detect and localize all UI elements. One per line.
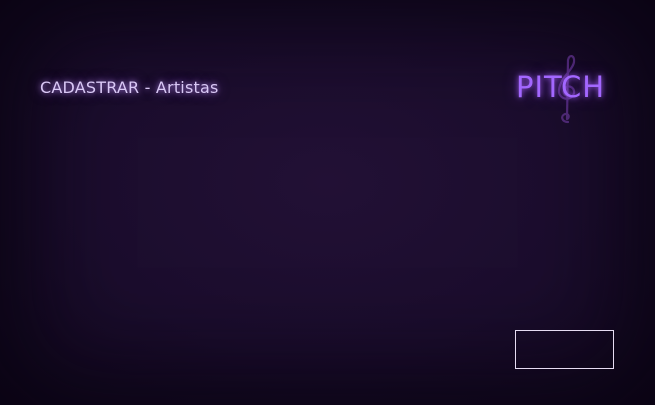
action-button[interactable] xyxy=(515,330,614,369)
logo-text: PITCH xyxy=(516,70,606,104)
pitch-logo: PITCH xyxy=(512,52,622,126)
page-title: CADASTRAR - Artistas xyxy=(40,78,219,97)
